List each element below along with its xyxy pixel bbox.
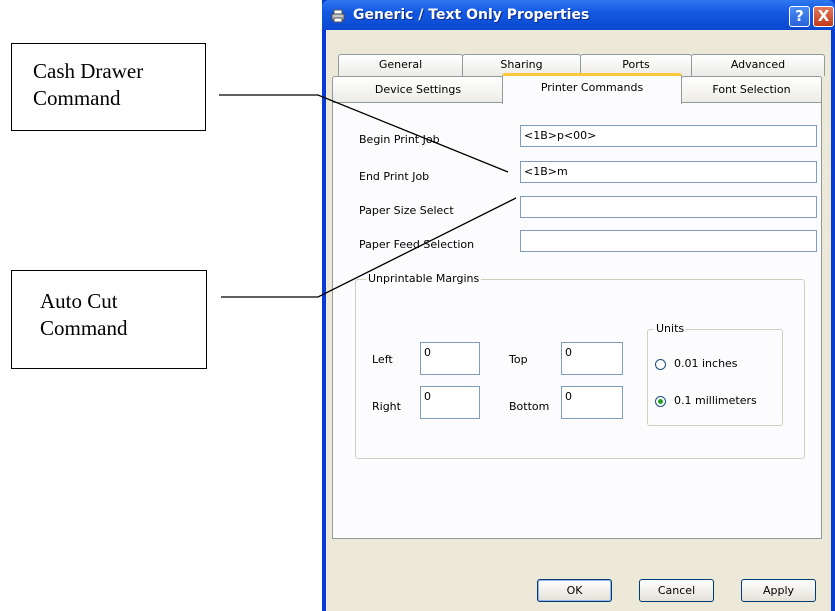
window-title: Generic / Text Only Properties — [353, 7, 590, 23]
help-button[interactable]: ? — [789, 6, 810, 27]
radio-0-1-millimeters-label: 0.1 millimeters — [674, 394, 757, 407]
paper-feed-selection-label: Paper Feed Selection — [359, 238, 475, 251]
callout-line: Command — [40, 316, 128, 340]
callout-auto-cut-command: Auto Cut Command — [11, 270, 207, 369]
tab-device-settings[interactable]: Device Settings — [332, 76, 504, 103]
right-margin-label: Right — [372, 400, 401, 413]
begin-print-job-label: Begin Print Job — [359, 133, 440, 146]
tab-general[interactable]: General — [338, 54, 463, 76]
title-bar[interactable]: Generic / Text Only Properties ? X — [322, 0, 835, 30]
cancel-button[interactable]: Cancel — [639, 579, 714, 602]
paper-feed-selection-field[interactable] — [520, 230, 817, 252]
left-margin-field[interactable]: 0 — [420, 342, 480, 375]
radio-0-01-inches[interactable] — [655, 359, 666, 370]
units-group: Units 0.01 inches 0.1 millimeters — [647, 322, 783, 426]
radio-0-01-inches-label: 0.01 inches — [674, 357, 738, 370]
tab-printer-commands[interactable]: Printer Commands — [502, 73, 682, 104]
top-margin-field[interactable]: 0 — [561, 342, 623, 375]
properties-window: Generic / Text Only Properties ? X Gener… — [322, 0, 835, 611]
callout-line: Cash Drawer — [33, 59, 144, 83]
paper-size-select-field[interactable] — [520, 196, 817, 218]
units-title: Units — [654, 322, 687, 335]
bottom-margin-field[interactable]: 0 — [561, 386, 623, 419]
begin-print-job-field[interactable]: <1B>p<00> — [520, 125, 817, 147]
right-margin-field[interactable]: 0 — [420, 386, 480, 419]
dialog-body: General Sharing Ports Advanced Device Se… — [326, 30, 831, 611]
top-margin-label: Top — [509, 353, 528, 366]
tab-font-selection[interactable]: Font Selection — [681, 76, 822, 103]
printer-commands-panel: Begin Print Job <1B>p<00> End Print Job … — [332, 102, 822, 539]
unprintable-margins-group: Unprintable Margins Left 0 Top 0 Right 0… — [355, 272, 805, 459]
tab-advanced[interactable]: Advanced — [691, 54, 825, 76]
left-margin-label: Left — [372, 353, 393, 366]
paper-size-select-label: Paper Size Select — [359, 204, 454, 217]
unprintable-margins-title: Unprintable Margins — [366, 272, 482, 285]
bottom-margin-label: Bottom — [509, 400, 550, 413]
callout-cash-drawer-command: Cash Drawer Command — [11, 43, 206, 131]
radio-0-1-millimeters[interactable] — [655, 396, 666, 407]
ok-button[interactable]: OK — [537, 579, 612, 602]
close-button[interactable]: X — [813, 6, 834, 27]
apply-button[interactable]: Apply — [741, 579, 816, 602]
callout-line: Command — [33, 86, 121, 110]
end-print-job-field[interactable]: <1B>m — [520, 161, 817, 183]
callout-line: Auto Cut — [40, 289, 118, 313]
end-print-job-label: End Print Job — [359, 170, 430, 183]
printer-icon — [331, 9, 345, 23]
